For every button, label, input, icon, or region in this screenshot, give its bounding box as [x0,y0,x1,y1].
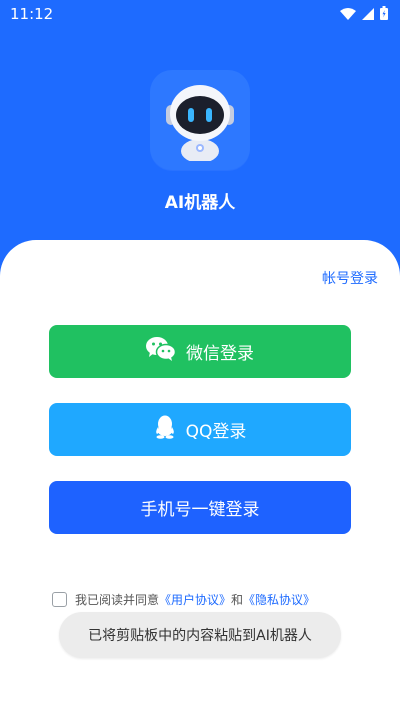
phone-one-click-login-button[interactable]: 手机号一键登录 [49,481,351,534]
status-icons [340,6,388,24]
privacy-agreement-link[interactable]: 《隐私协议》 [243,593,315,607]
agreement-prefix: 我已阅读并同意 [75,593,160,607]
user-agreement-link[interactable]: 《用户协议》 [159,593,231,607]
qq-login-button[interactable]: QQ登录 [49,403,351,456]
agreement-checkbox[interactable] [52,592,67,607]
status-bar: 11:12 [0,0,400,28]
clipboard-toast: 已将剪贴板中的内容粘贴到AI机器人 [59,612,341,658]
app-logo [150,70,250,170]
phone-login-label: 手机号一键登录 [140,500,260,520]
agreement-row: 我已阅读并同意《用户协议》和《隐私协议》 [52,591,315,608]
wechat-login-label: 微信登录 [186,344,254,364]
wechat-login-button[interactable]: 微信登录 [49,325,351,378]
wechat-icon [146,337,177,366]
status-time: 11:12 [10,5,54,23]
signal-icon [362,6,374,24]
account-login-link[interactable]: 帐号登录 [322,268,378,288]
battery-icon [380,6,388,24]
robot-icon [157,75,243,165]
qq-login-label: QQ登录 [185,422,247,442]
app-name: AI机器人 [164,193,236,213]
agreement-and: 和 [231,593,244,607]
qq-icon [154,415,176,444]
wifi-icon [340,6,356,24]
